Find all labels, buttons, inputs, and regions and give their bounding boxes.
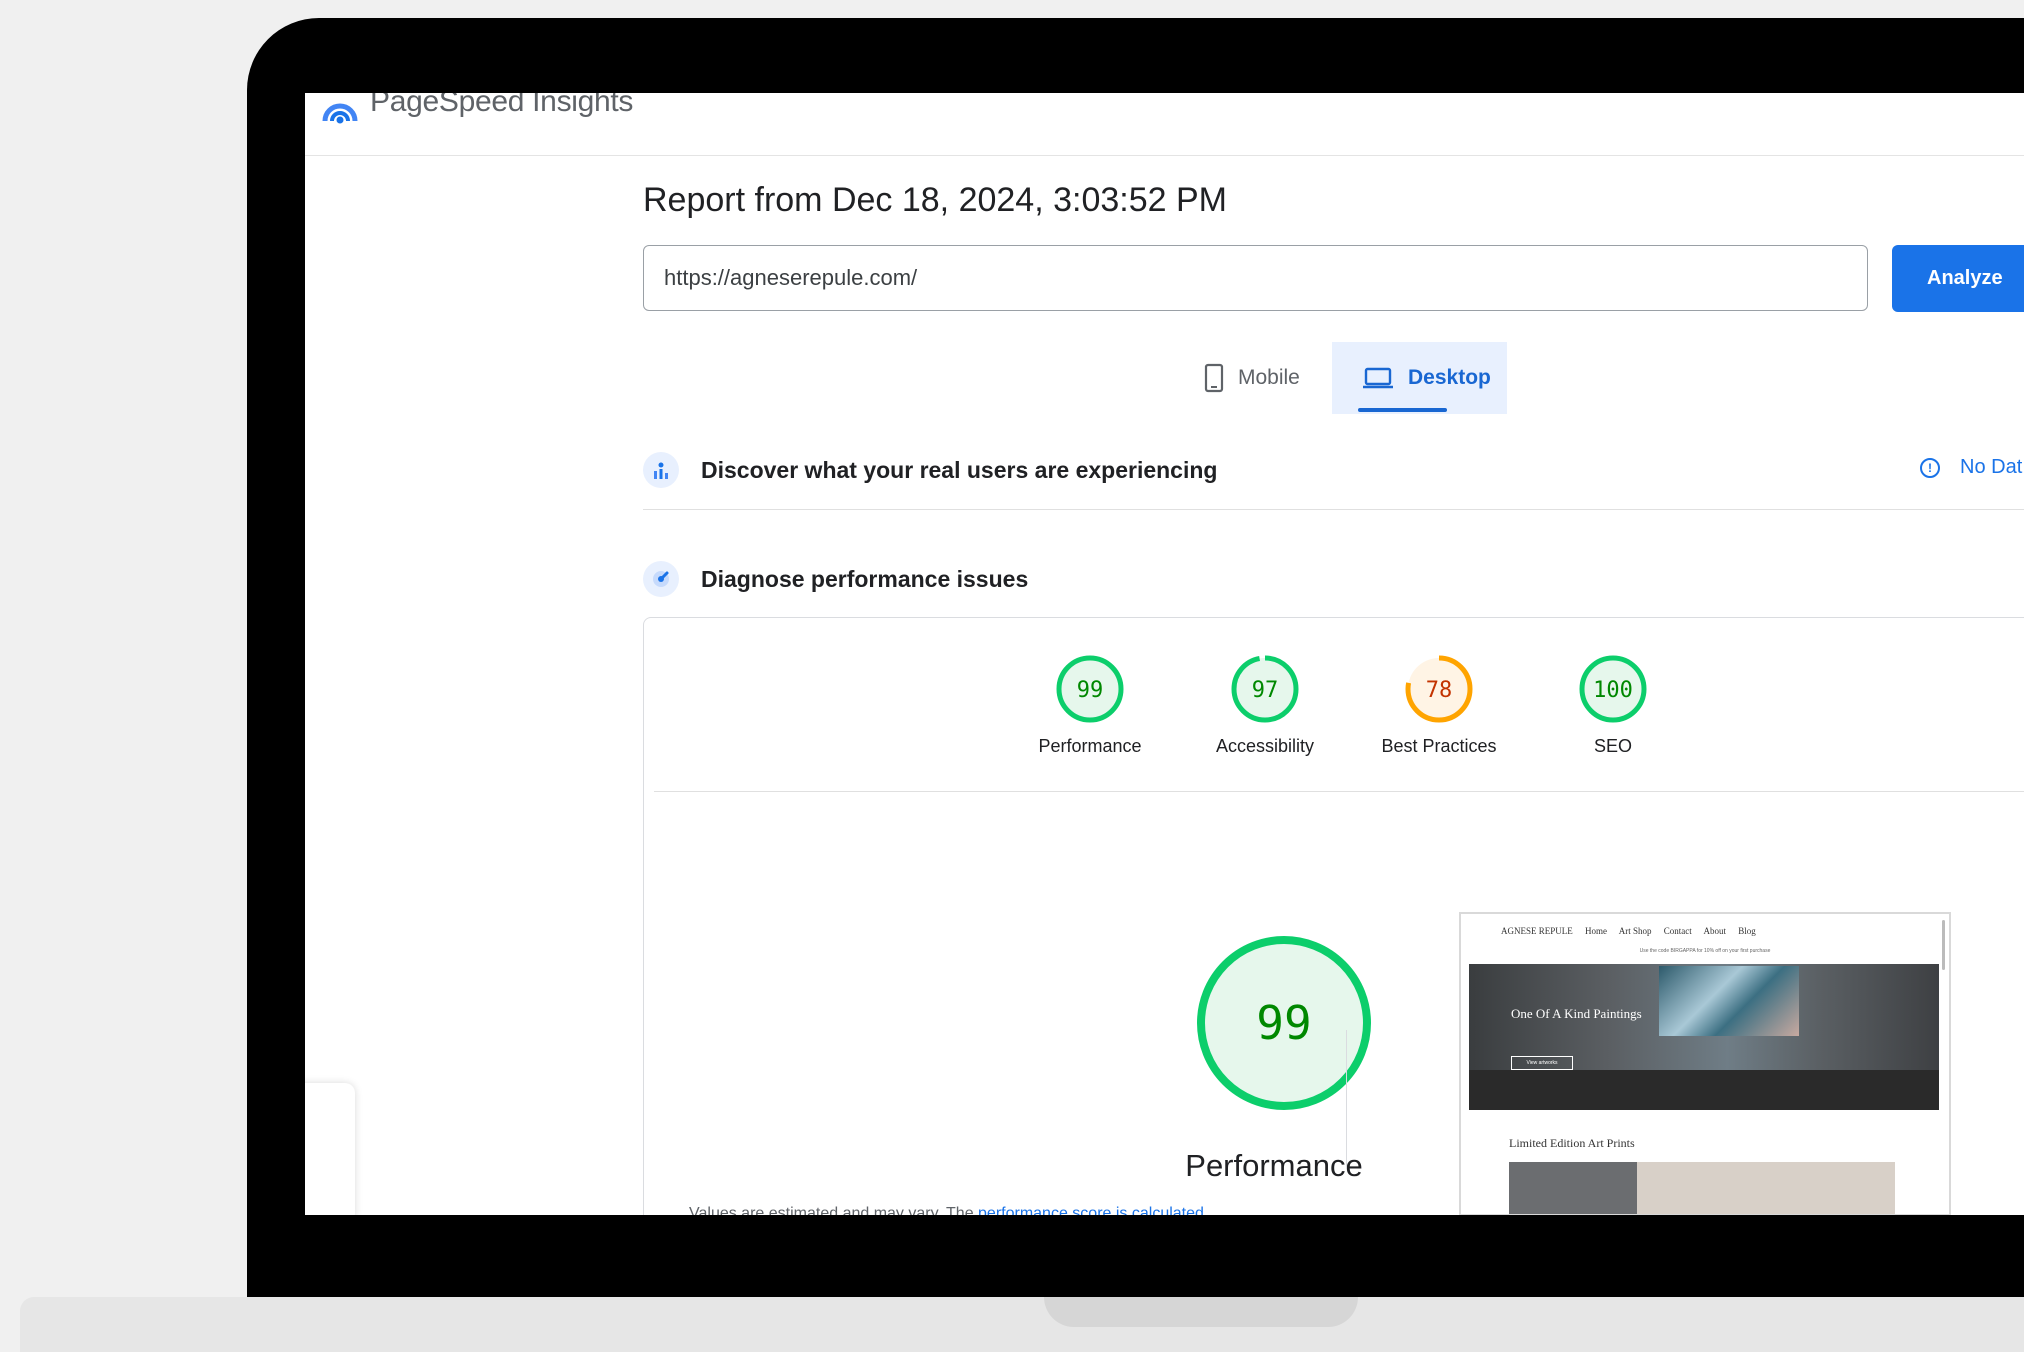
laptop-notch [1044, 1297, 1358, 1327]
performance-heading: Performance [1185, 1148, 1363, 1183]
url-input[interactable] [643, 245, 1868, 311]
gauge-accessibility[interactable]: 97 Accessibility [1185, 654, 1345, 757]
diagnose-icon [643, 561, 679, 597]
score-note-text: Values are estimated and may vary. The [689, 1205, 979, 1215]
score-note: Values are estimated and may vary. The p… [689, 1205, 1204, 1215]
gauge-accessibility-label: Accessibility [1215, 736, 1315, 756]
screenshot-nav-item: About [1703, 926, 1727, 936]
diagnose-title: Diagnose performance issues [701, 565, 1029, 592]
top-bar: PageSpeed Insights [305, 93, 2024, 156]
screenshot-hero-title: One Of A Kind Paintings [1511, 1006, 1642, 1021]
gauge-seo-score: 100 [1593, 678, 1633, 703]
tab-selected-indicator [1358, 408, 1447, 412]
gauge-best-practices[interactable]: 78 Best Practices [1359, 654, 1519, 757]
tab-desktop-label: Desktop [1408, 366, 1491, 389]
browser-screen: PageSpeed Insights Report from Dec 18, 2… [305, 93, 2024, 1215]
screenshot-banner: Use the code BIRGAPPA for 10% off on you… [1639, 948, 1771, 954]
side-floating-card [305, 1083, 355, 1215]
info-icon: ! [1920, 457, 1940, 478]
gauge-performance-label: Performance [1038, 736, 1142, 756]
screenshot-hero: One Of A Kind Paintings View artworks [1469, 964, 1939, 1110]
screenshot-brand: AGNESE REPULE [1501, 926, 1573, 936]
phone-icon [1204, 363, 1224, 393]
report-title: Report from Dec 18, 2024, 3:03:52 PM [643, 181, 1227, 219]
tab-mobile-label: Mobile [1238, 366, 1300, 389]
users-chart-icon [643, 452, 679, 488]
analyze-button[interactable]: Analyze [1892, 245, 2024, 312]
screenshot-hero-button: View artworks [1511, 1056, 1573, 1070]
gauge-seo-label: SEO [1593, 736, 1632, 756]
vertical-divider [1346, 1030, 1347, 1168]
page-screenshot: AGNESE REPULE Home Art Shop Contact Abou… [1459, 912, 1951, 1215]
screenshot-nav: AGNESE REPULE Home Art Shop Contact Abou… [1501, 926, 1766, 936]
score-calc-link[interactable]: performance score is calculated [978, 1205, 1204, 1215]
screenshot-nav-item: Art Shop [1618, 926, 1652, 936]
screenshot-section-title: Limited Edition Art Prints [1509, 1136, 1635, 1150]
screenshot-thumbnail [1637, 1162, 1895, 1214]
section-divider [643, 509, 2024, 510]
laptop-icon [1363, 367, 1393, 389]
laptop-base [20, 1297, 2024, 1352]
gauge-performance[interactable]: 99 Performance [1010, 654, 1170, 757]
real-users-title: Discover what your real users are experi… [701, 456, 1218, 483]
tab-mobile[interactable]: Mobile [1192, 342, 1342, 414]
app-title[interactable]: PageSpeed Insights [370, 93, 633, 119]
gauge-best-practices-label: Best Practices [1381, 736, 1497, 756]
screenshot-nav-item: Contact [1663, 926, 1692, 936]
gauge-accessibility-score: 97 [1252, 678, 1279, 703]
screenshot-scrollbar [1942, 920, 1945, 970]
performance-big-gauge: 99 [1197, 936, 1371, 1110]
real-users-section[interactable]: Discover what your real users are experi… [643, 450, 2024, 490]
gauge-seo[interactable]: 100 SEO [1533, 654, 1693, 757]
screenshot-thumbnail [1509, 1162, 1637, 1214]
score-gauges: 99 Performance 97 Accessibility 78 Best [644, 618, 2024, 791]
gauge-performance-score: 99 [1077, 678, 1104, 703]
screenshot-nav-item: Home [1585, 926, 1607, 936]
screenshot-painting [1659, 966, 1799, 1036]
panel-divider [654, 791, 2024, 792]
lighthouse-report-panel: 99 Performance 97 Accessibility 78 Best [643, 617, 2024, 1215]
tab-desktop[interactable]: Desktop [1332, 342, 1507, 414]
no-data-notice[interactable]: ! No Dat [1920, 456, 2022, 479]
pagespeed-logo-icon [322, 103, 358, 124]
diagnose-section: Diagnose performance issues [643, 559, 2024, 599]
gauge-best-practices-score: 78 [1426, 678, 1453, 703]
screenshot-floor [1469, 1070, 1939, 1110]
screenshot-nav-item: Blog [1738, 926, 1756, 936]
no-data-label: No Dat [1960, 456, 2023, 478]
performance-big-score: 99 [1256, 996, 1311, 1050]
